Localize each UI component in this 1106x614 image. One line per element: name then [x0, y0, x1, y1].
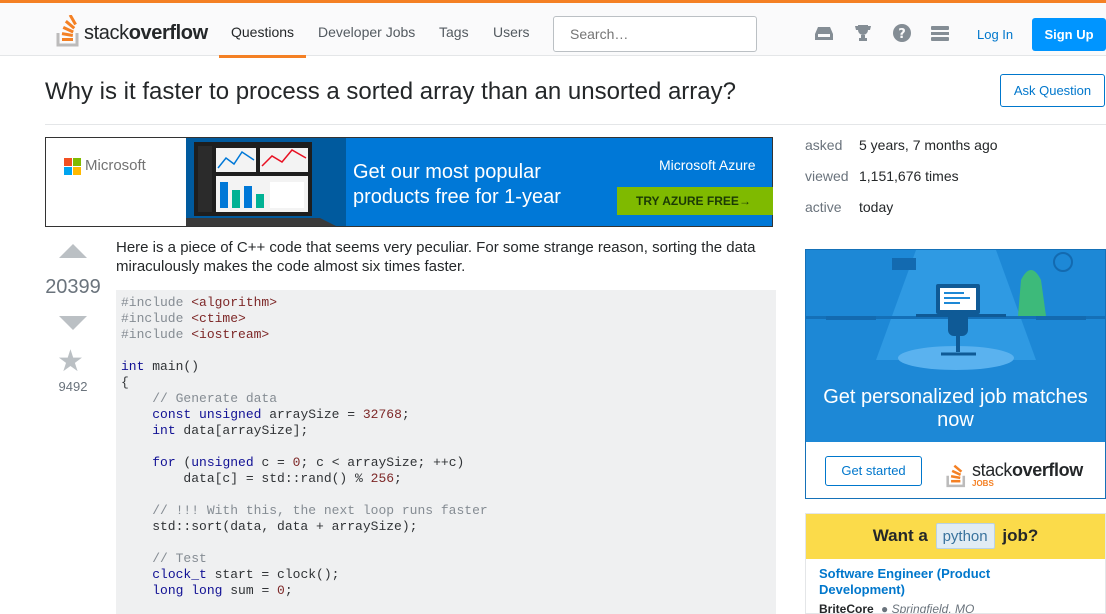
laptop-dashboard-icon [186, 138, 346, 226]
ad-banner[interactable]: Microsoft Get our most popular products … [45, 137, 773, 227]
microsoft-logo-icon [64, 158, 81, 175]
search-input[interactable] [553, 16, 757, 52]
stat-value: 1,151,676 times [859, 168, 959, 184]
top-bar: stackoverflow Questions Developer Jobs T… [0, 0, 1106, 58]
question-title[interactable]: Why is it faster to process a sorted arr… [45, 78, 736, 106]
vote-count: 20399 [45, 276, 101, 298]
logo-text: stackoverflow [84, 22, 208, 44]
company-name: BriteCore [819, 602, 874, 614]
location-pin-icon: ● [881, 602, 889, 614]
favorite-star-icon[interactable]: ★ [57, 344, 84, 379]
ad-product-name: Microsoft Azure [659, 157, 756, 173]
stackoverflow-jobs-logo: stackoverflow JOBS [946, 456, 1096, 490]
python-tag[interactable]: python [935, 523, 995, 549]
stack-logo-icon [946, 464, 966, 488]
site-switcher-icon[interactable] [931, 24, 949, 42]
inbox-icon[interactable] [815, 24, 833, 42]
job-company: BriteCore ● Springfield, MO [819, 602, 975, 614]
favorite-count: 9492 [58, 379, 88, 394]
jobs-ad-headline: Get personalized job matches now [823, 386, 1088, 431]
nav-users[interactable]: Users [481, 6, 542, 58]
stat-label: viewed [805, 168, 849, 184]
ask-question-button[interactable]: Ask Question [1000, 74, 1105, 107]
job-location: Springfield, MO [891, 602, 975, 614]
question-body-text: Here is a piece of C++ code that seems v… [116, 239, 756, 275]
jobs-ad[interactable]: Get personalized job matches now Get sta… [805, 249, 1106, 499]
svg-text:?: ? [898, 27, 906, 42]
help-icon[interactable]: ? [893, 24, 911, 42]
nav-tags[interactable]: Tags [427, 6, 481, 58]
arrow-right-icon: → [739, 194, 751, 208]
login-link[interactable]: Log In [969, 20, 1021, 50]
python-ad-prefix: Want a [872, 526, 928, 545]
stat-label: asked [805, 137, 843, 153]
stat-value[interactable]: today [859, 199, 893, 215]
trophy-icon[interactable] [854, 24, 872, 42]
downvote-arrow-icon[interactable] [59, 316, 87, 330]
signup-button[interactable]: Sign Up [1032, 18, 1106, 51]
nav-questions[interactable]: Questions [219, 6, 307, 58]
ad-cta-label: TRY AZURE FREE [636, 194, 739, 208]
jobs-logo-subtitle: JOBS [972, 479, 994, 488]
ad-cta-button[interactable]: TRY AZURE FREE → [617, 187, 773, 215]
stat-value[interactable]: 5 years, 7 months ago [859, 137, 998, 153]
stat-label: active [805, 199, 842, 215]
ad-headline: Get our most popular products free for 1… [353, 161, 561, 208]
nav-developer-jobs[interactable]: Developer Jobs [306, 6, 427, 58]
stack-logo-icon [56, 15, 79, 47]
python-ad-suffix: job? [1002, 526, 1039, 545]
job-title-link[interactable]: Software Engineer (Product Development) [819, 566, 1019, 598]
get-started-button[interactable]: Get started [825, 456, 922, 486]
ad-brand-name: Microsoft [85, 157, 146, 174]
jobs-logo-text: stackoverflow [972, 460, 1083, 480]
site-logo[interactable]: stackoverflow [56, 15, 216, 47]
python-ad-header: Want a python job? [806, 514, 1105, 559]
python-jobs-ad[interactable]: Want a python job? Software Engineer (Pr… [805, 513, 1106, 614]
code-block: #include <algorithm> #include <ctime> #i… [116, 290, 776, 614]
ad-brand-panel: Microsoft [46, 138, 186, 226]
upvote-arrow-icon[interactable] [59, 244, 87, 258]
header-divider [45, 124, 1106, 125]
